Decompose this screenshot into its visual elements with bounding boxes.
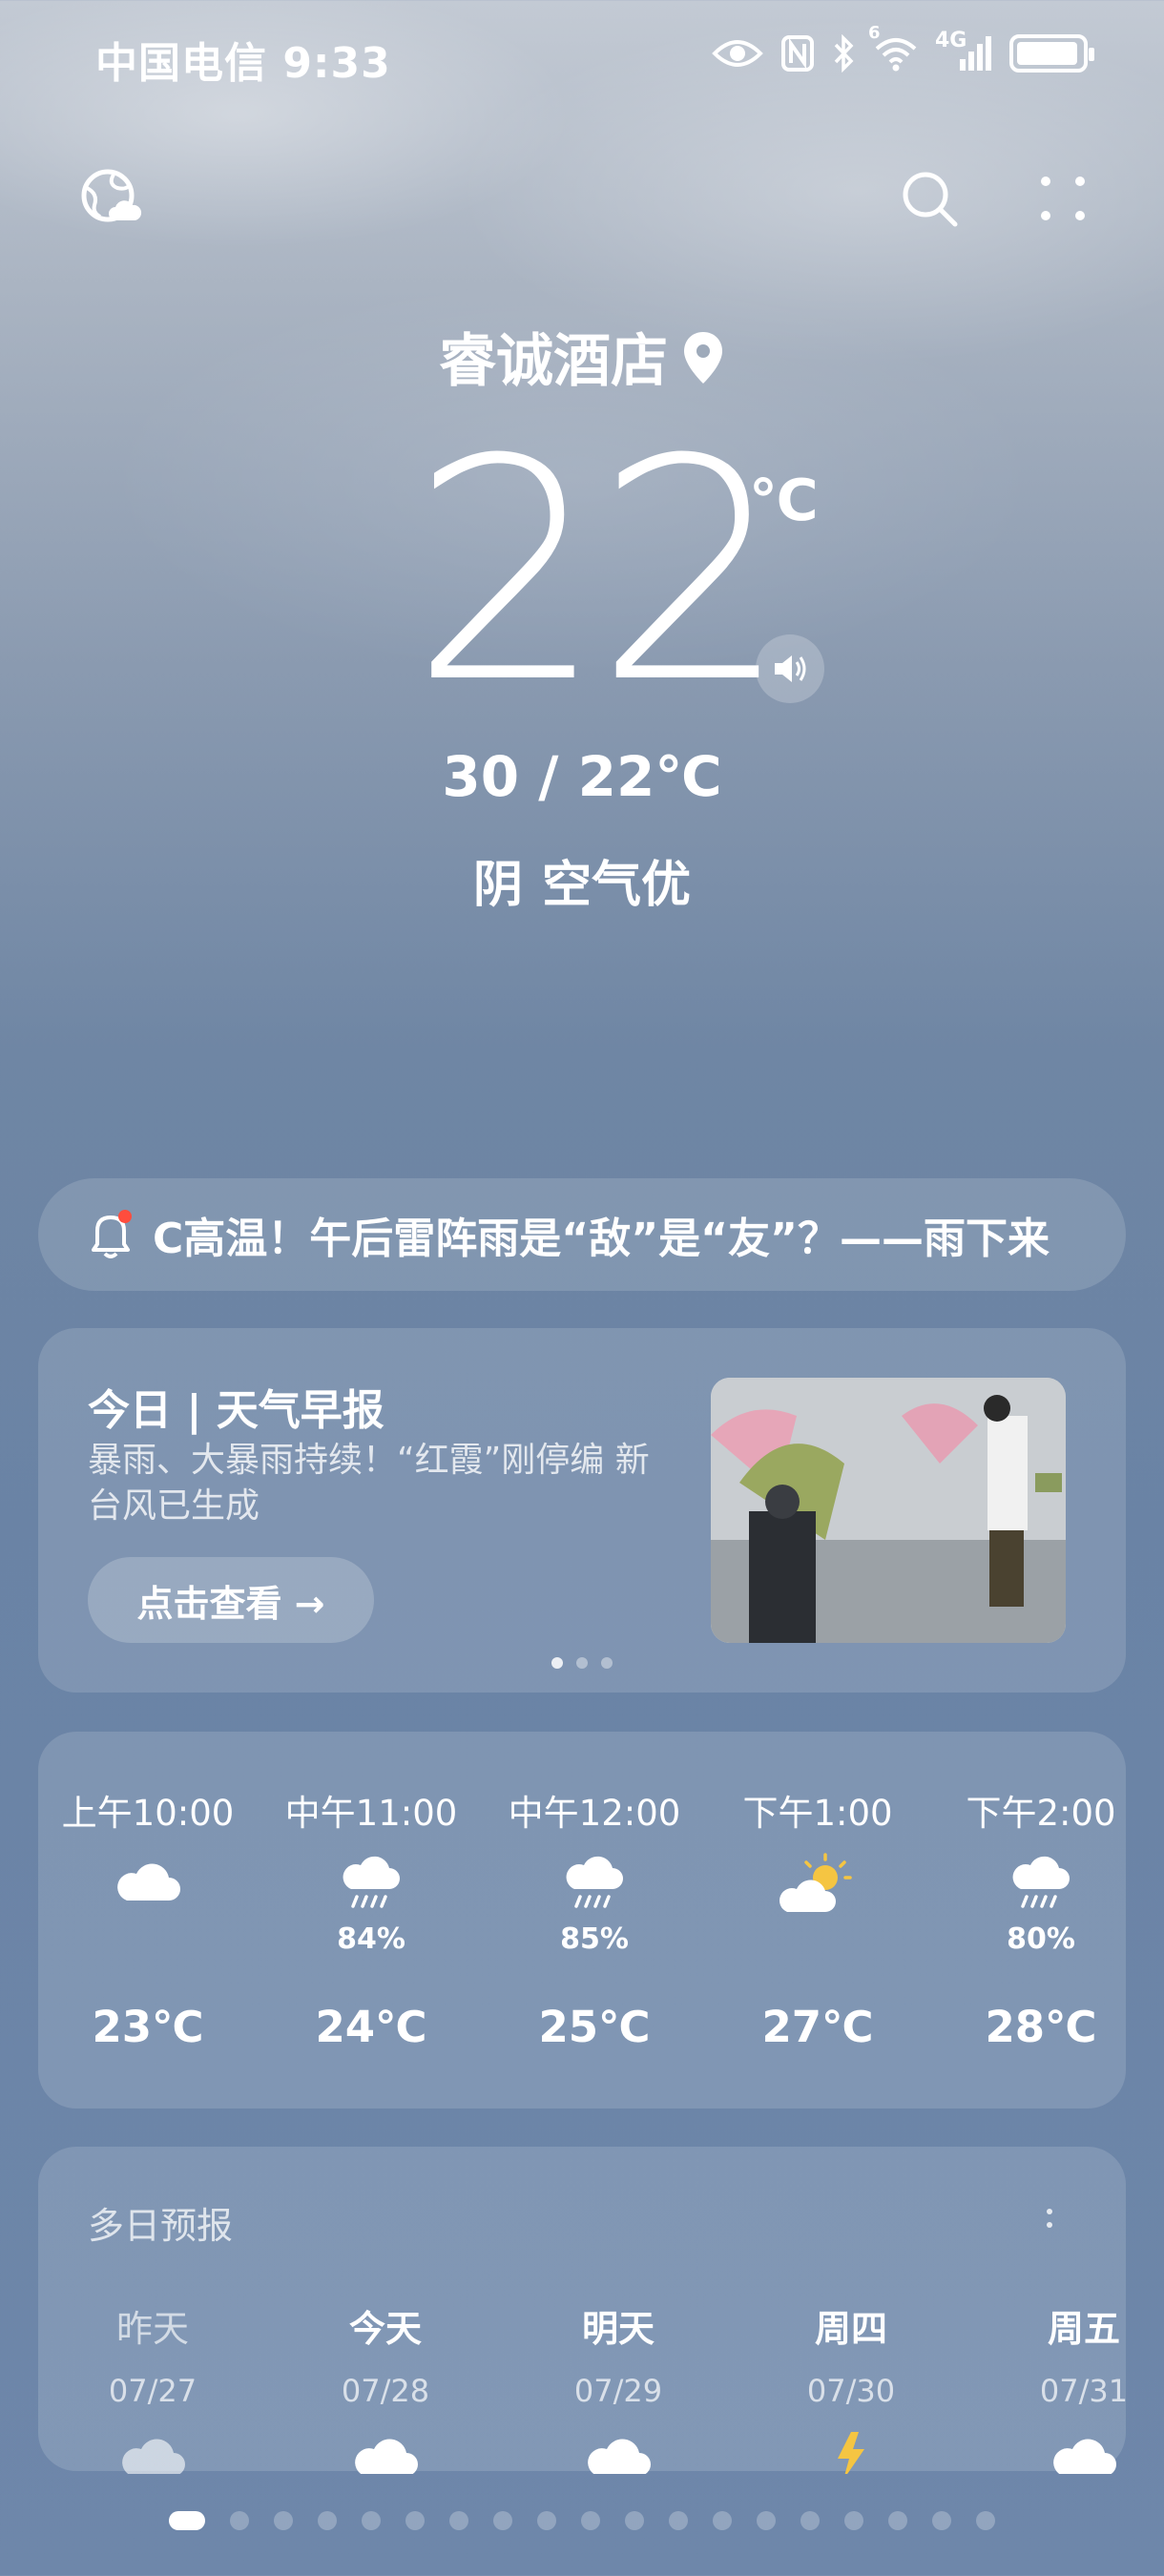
weather-condition: 阴: [472, 857, 523, 914]
pager-dot-active[interactable]: [169, 2511, 205, 2530]
cell-signal-icon: 4G: [935, 29, 992, 78]
day-date: 07/28: [341, 2373, 430, 2409]
wifi-icon: 6: [868, 25, 918, 78]
day-label: 昨天: [115, 2308, 189, 2350]
bluetooth-icon: [832, 29, 857, 78]
eye-icon: [712, 29, 763, 78]
cloudy-icon: [57, 2426, 248, 2474]
cloudy-icon: [290, 2426, 481, 2474]
pager-dot[interactable]: [581, 2511, 600, 2530]
temperature-unit: ℃: [749, 467, 819, 534]
day-date: 07/30: [806, 2373, 896, 2409]
nfc-icon: [780, 29, 815, 78]
more-menu-button[interactable]: [1025, 160, 1101, 237]
pager-dot[interactable]: [449, 2511, 468, 2530]
cloudy-icon: [38, 1851, 258, 1937]
multi-day-forecast-card[interactable]: 多日预报 昨天 07/27 今天 07/28 明天 07/29 周四 07/30…: [38, 2147, 1128, 2474]
pager-dot[interactable]: [713, 2511, 732, 2530]
pager-dot[interactable]: [669, 2511, 688, 2530]
hour-precip: 85%: [560, 1922, 629, 1956]
hour-precip: 80%: [1007, 1922, 1075, 1956]
pager-dot[interactable]: [362, 2511, 381, 2530]
hour-time: 下午2:00: [966, 1793, 1116, 1834]
carrier-time: 中国电信 9:33: [95, 39, 391, 88]
hour-precip: 84%: [337, 1922, 405, 1956]
weather-alert-banner[interactable]: C高温！午后雷阵雨是“敌”是“友”？——雨下来: [38, 1178, 1126, 1291]
air-quality: 空气优: [542, 857, 692, 914]
voice-broadcast-button[interactable]: [756, 634, 824, 703]
pager-dot[interactable]: [405, 2511, 425, 2530]
day-date: 07/31: [1039, 2373, 1129, 2409]
globe-cloud-icon: [81, 169, 142, 222]
speaker-icon: [775, 655, 806, 682]
location-pin-icon: [681, 330, 725, 400]
day-date: 07/29: [573, 2373, 663, 2409]
pager-dot[interactable]: [800, 2511, 820, 2530]
alert-dot: [118, 1210, 132, 1223]
hour-temp: 28℃: [985, 2002, 1097, 2052]
day-date: 07/27: [108, 2373, 197, 2409]
news-title: 今日 | 天气早报: [88, 1386, 385, 1435]
cloudy-icon: [988, 2426, 1164, 2474]
pager-dot[interactable]: [625, 2511, 644, 2530]
day-item[interactable]: 周四 07/30: [756, 2299, 946, 2474]
cloudy-icon: [523, 2426, 714, 2474]
multi-day-title: 多日预报: [88, 2205, 234, 2247]
hour-time: 下午1:00: [742, 1793, 893, 1834]
network-type: 4G: [935, 29, 967, 52]
hour-time: 中午12:00: [508, 1793, 681, 1834]
hour-temp: 25℃: [538, 2002, 651, 2052]
day-label: 周四: [814, 2308, 887, 2350]
battery-icon: [1009, 29, 1094, 78]
location-title[interactable]: 睿诚酒店: [0, 315, 1164, 400]
weather-news-card[interactable]: 今日 | 天气早报 暴雨、大暴雨持续！“红霞”刚停编 新台风已生成 点击查看 →: [38, 1328, 1126, 1693]
news-carousel-indicator: [38, 1657, 1126, 1669]
pager-dot[interactable]: [757, 2511, 776, 2530]
pager-dot[interactable]: [976, 2511, 995, 2530]
pager-dot[interactable]: [318, 2511, 337, 2530]
pager-dot[interactable]: [932, 2511, 951, 2530]
day-item[interactable]: 明天 07/29: [523, 2299, 714, 2474]
hour-time: 中午11:00: [284, 1793, 458, 1834]
day-item[interactable]: 今天 07/28: [290, 2299, 481, 2474]
location-name: 睿诚酒店: [439, 328, 668, 395]
pager-dot[interactable]: [888, 2511, 907, 2530]
search-button[interactable]: [891, 160, 967, 237]
news-photo[interactable]: [711, 1378, 1066, 1643]
wifi-badge: 6: [868, 23, 881, 43]
pager-dot[interactable]: [274, 2511, 293, 2530]
status-icons: 6 4G: [712, 25, 1094, 78]
thunder-icon: [756, 2426, 946, 2474]
current-temperature: 22: [410, 395, 789, 750]
day-item[interactable]: 昨天 07/27: [57, 2299, 248, 2474]
partly-sunny-icon: [708, 1851, 927, 1937]
hourly-forecast-card[interactable]: 上午10:00 23℃ 中午11:00 84% 24℃ 中午12:00 85% …: [38, 1732, 1126, 2109]
hour-temp: 23℃: [92, 2002, 204, 2052]
view-news-button[interactable]: 点击查看 →: [88, 1557, 374, 1643]
pager-dot[interactable]: [230, 2511, 249, 2530]
hour-temp: 27℃: [761, 2002, 874, 2052]
day-label: 明天: [581, 2308, 655, 2350]
city-page-indicator[interactable]: [0, 2511, 1164, 2530]
temperature-range: 30 / 22℃: [442, 744, 722, 809]
status-bar: 中国电信 9:33 6 4G: [0, 0, 1164, 114]
alert-text: C高温！午后雷阵雨是“敌”是“友”？——雨下来: [153, 1215, 1050, 1263]
hour-temp: 24℃: [315, 2002, 427, 2052]
weather-condition-row: 阴空气优: [0, 844, 1164, 916]
bell-icon: [84, 1208, 137, 1261]
day-item[interactable]: 周五 07/31: [988, 2299, 1164, 2474]
grid-dots-icon: [1041, 177, 1085, 220]
pager-dot[interactable]: [493, 2511, 512, 2530]
hour-time: 上午10:00: [61, 1793, 235, 1834]
city-manage-button[interactable]: [73, 160, 149, 237]
news-subtitle: 暴雨、大暴雨持续！“红霞”刚停编 新台风已生成: [88, 1441, 650, 1526]
pager-dot[interactable]: [844, 2511, 863, 2530]
day-label: 周五: [1047, 2308, 1120, 2350]
day-label: 今天: [348, 2308, 422, 2350]
more-options-button[interactable]: [1030, 2199, 1069, 2237]
pager-dot[interactable]: [537, 2511, 556, 2530]
search-icon: [903, 172, 958, 227]
